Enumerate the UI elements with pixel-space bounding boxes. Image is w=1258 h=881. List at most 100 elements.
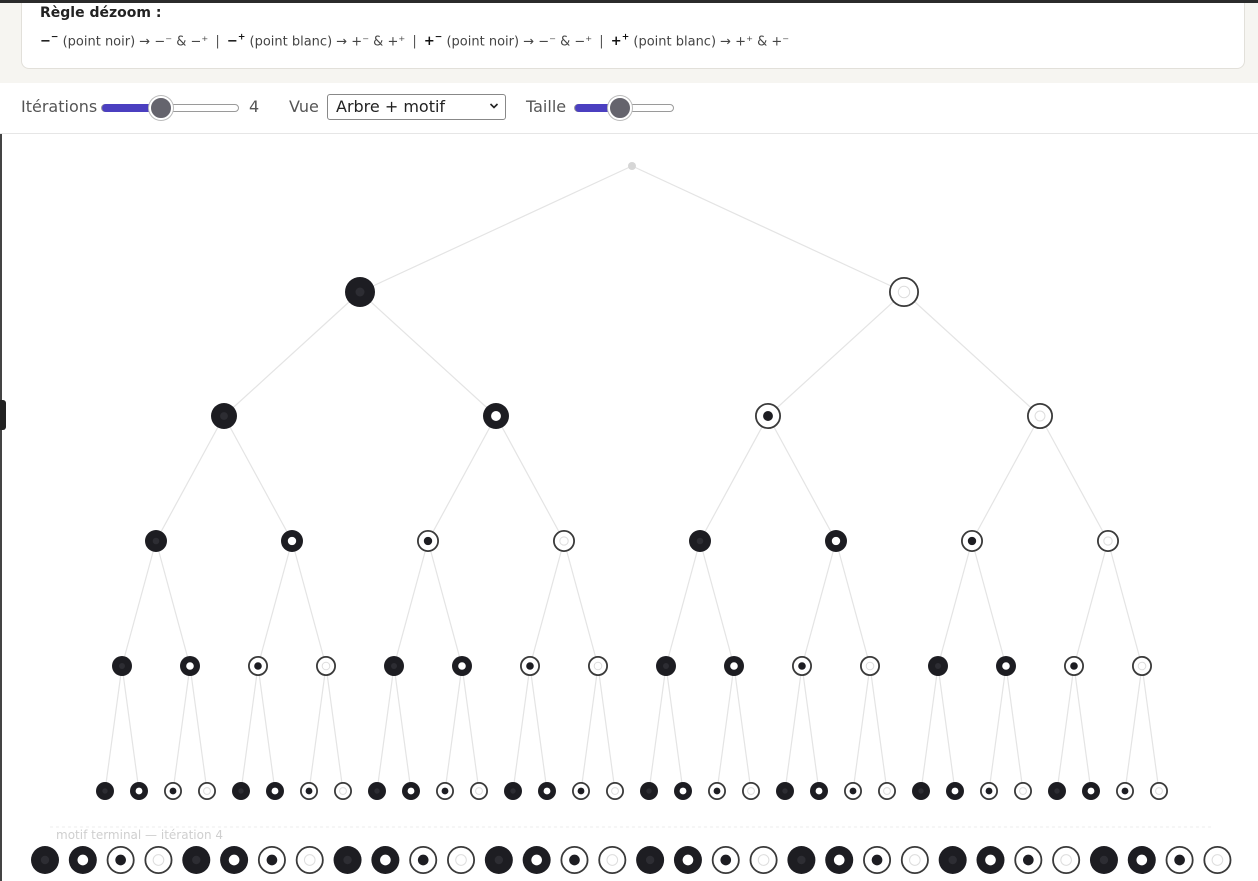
node-center bbox=[526, 662, 534, 670]
tree-edge bbox=[1124, 665, 1143, 792]
tree-edge bbox=[1056, 665, 1075, 792]
node-disc bbox=[1014, 782, 1033, 801]
node-disc bbox=[1150, 782, 1169, 801]
tree-node-w bbox=[900, 846, 929, 875]
node-center bbox=[423, 536, 433, 546]
tree-node-wb bbox=[863, 846, 892, 875]
tree-node-wb bbox=[980, 782, 999, 801]
node-center bbox=[135, 787, 143, 795]
tree-edge bbox=[240, 665, 259, 792]
node-center bbox=[510, 788, 516, 794]
rule-item-1: −− (point noir) → −⁻ & −⁺ bbox=[40, 33, 209, 50]
node-disc bbox=[742, 782, 761, 801]
node-center bbox=[1121, 787, 1129, 795]
node-center bbox=[238, 788, 244, 794]
tree-edge bbox=[869, 665, 888, 792]
tree-node-bw bbox=[946, 782, 964, 800]
node-center bbox=[355, 287, 365, 297]
size-slider[interactable] bbox=[574, 96, 674, 120]
node-center bbox=[682, 854, 694, 866]
tree-edge bbox=[444, 665, 463, 792]
node-disc bbox=[749, 846, 778, 875]
tree-node-w bbox=[742, 782, 761, 801]
node-disc bbox=[315, 656, 336, 677]
node-disc bbox=[598, 846, 627, 875]
tree-edge bbox=[971, 540, 1007, 667]
node-disc bbox=[1052, 846, 1081, 875]
node-center bbox=[720, 854, 732, 866]
tree-edge bbox=[427, 540, 463, 667]
tree-node-b bbox=[1048, 782, 1066, 800]
tree-edge bbox=[257, 540, 293, 667]
tree-node-w bbox=[315, 656, 336, 677]
view-label: Vue bbox=[289, 97, 319, 116]
size-slider-thumb[interactable] bbox=[608, 96, 632, 120]
tree-edge bbox=[767, 415, 837, 542]
motif-label: motif terminal — itération 4 bbox=[56, 828, 224, 842]
iterations-slider-thumb[interactable] bbox=[149, 96, 174, 120]
node-center bbox=[186, 662, 194, 670]
tree-node-wb bbox=[1014, 846, 1043, 875]
tree-edge bbox=[512, 665, 531, 792]
node-center bbox=[763, 411, 773, 421]
tree-node-b bbox=[938, 846, 967, 874]
node-center bbox=[1022, 854, 1034, 866]
tree-edge bbox=[1107, 540, 1143, 667]
node-disc bbox=[295, 846, 324, 875]
tree-node-bw bbox=[996, 656, 1016, 676]
node-center bbox=[305, 787, 313, 795]
terminal-motif bbox=[31, 846, 1232, 875]
tree-edge bbox=[1039, 415, 1109, 542]
tree-edge bbox=[733, 665, 752, 792]
tree-node-bw bbox=[825, 530, 847, 552]
tree-node-w bbox=[1132, 656, 1153, 677]
node-center bbox=[458, 662, 466, 670]
tree-edge bbox=[767, 291, 905, 417]
tree-node-bw bbox=[1127, 846, 1156, 874]
tree-edge bbox=[716, 665, 735, 792]
tree-node-w bbox=[469, 782, 488, 801]
tree-node-b bbox=[112, 656, 132, 676]
node-center bbox=[831, 536, 841, 546]
tree-node-bw bbox=[281, 530, 303, 552]
tree-edge bbox=[801, 665, 820, 792]
node-center bbox=[679, 787, 687, 795]
tree-node-w bbox=[333, 782, 352, 801]
node-center bbox=[152, 537, 160, 545]
tree-node-b bbox=[656, 656, 676, 676]
node-center bbox=[833, 854, 845, 866]
tree-node-bw bbox=[1082, 782, 1100, 800]
rule-panel: Règle dézoom : −− (point noir) → −⁻ & −⁺… bbox=[0, 3, 1258, 83]
node-center bbox=[220, 412, 228, 420]
tree-edge bbox=[971, 415, 1041, 542]
node-disc bbox=[553, 530, 576, 553]
iterations-slider[interactable] bbox=[101, 96, 239, 120]
tree-node-bw bbox=[266, 782, 284, 800]
node-center bbox=[254, 662, 262, 670]
size-label: Taille bbox=[526, 97, 567, 116]
tree-node-wb bbox=[708, 782, 727, 801]
node-center bbox=[380, 854, 391, 866]
rule-card: Règle dézoom : −− (point noir) → −⁻ & −⁺… bbox=[21, 3, 1245, 69]
tree-edge bbox=[563, 540, 599, 667]
tree-node-b bbox=[1089, 846, 1118, 874]
tree-node-wb bbox=[520, 656, 541, 677]
tree-node-w bbox=[1014, 782, 1033, 801]
rule-item-3: +− (point noir) → −⁻ & −⁺ bbox=[423, 33, 593, 50]
tree-edge bbox=[937, 665, 956, 792]
node-center bbox=[40, 855, 50, 865]
node-center bbox=[645, 855, 655, 865]
tree-edge bbox=[648, 665, 667, 792]
node-center bbox=[1054, 788, 1060, 794]
node-center bbox=[1087, 787, 1095, 795]
tree-node-w bbox=[889, 276, 920, 307]
tree-node-w bbox=[588, 656, 609, 677]
tree-node-bw bbox=[976, 846, 1005, 874]
node-center bbox=[102, 788, 108, 794]
view-select[interactable]: Arbre + motif bbox=[327, 94, 506, 120]
tree-node-w bbox=[295, 846, 324, 875]
tree-node-b bbox=[504, 782, 522, 800]
tree-edge bbox=[393, 665, 412, 792]
tree-node-b bbox=[787, 846, 816, 874]
tree-node-b bbox=[182, 846, 211, 874]
